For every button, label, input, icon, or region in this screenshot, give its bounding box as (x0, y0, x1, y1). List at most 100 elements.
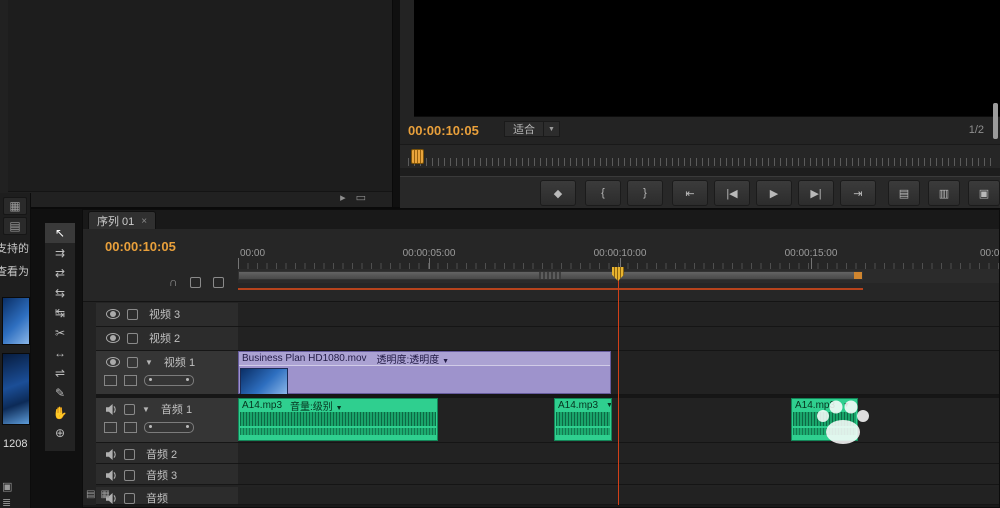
project-item-thumbnail-1[interactable] (2, 297, 30, 345)
rate-stretch-tool[interactable]: ↹ (45, 303, 75, 323)
project-bottom-icon-2[interactable]: ≣ (2, 496, 12, 508)
playback-resolution[interactable]: 1/2 (969, 124, 984, 136)
clip-business-plan-video[interactable]: Business Plan HD1080.mov 透明度:透明度 ▼ (238, 351, 611, 394)
playhead-line[interactable] (618, 269, 619, 505)
add-marker-button[interactable]: ◆ (540, 180, 576, 206)
premiere-app: ▸ ▭ 00:00:10:05 适合 ▼ 1/2 ◆ { } ⇤ |◀ ▶ ▶|… (0, 0, 1000, 508)
track-lock-icon[interactable] (124, 492, 135, 504)
monitor-scrollbar[interactable] (993, 103, 998, 139)
slip-tool[interactable]: ↔ (45, 343, 75, 363)
set-encore-marker-icon[interactable] (189, 276, 201, 288)
toggle-track-output-icon[interactable] (106, 333, 120, 343)
ripple-edit-tool[interactable]: ⇄ (45, 263, 75, 283)
razor-tool[interactable]: ✂ (45, 323, 75, 343)
project-bottom-icon-1[interactable]: ▣ (2, 480, 12, 493)
snap-magnet-icon[interactable]: ∩ (169, 275, 178, 289)
monitor-controls-row: 00:00:10:05 适合 ▼ 1/2 (400, 117, 1000, 144)
track-row-audio-2: 音频 2 (96, 443, 999, 464)
collapse-track-icon[interactable]: ▼ (145, 358, 153, 367)
track-header-audio-4[interactable]: 音频 (96, 487, 238, 505)
track-row-audio-3: 音频 3 (96, 464, 999, 485)
project-view-icon-2[interactable]: ▤ (3, 217, 27, 235)
track-lock-icon[interactable] (124, 403, 135, 415)
mark-out-button[interactable]: } (627, 180, 663, 206)
track-header-audio-3[interactable]: 音频 3 (96, 464, 238, 485)
track-lock-icon[interactable] (124, 448, 135, 460)
lift-button[interactable]: ▤ (888, 180, 920, 206)
go-to-out-button[interactable]: ⇥ (840, 180, 876, 206)
zoom-level-dropdown[interactable]: 适合 ▼ (504, 121, 560, 137)
track-name: 音频 1 (160, 404, 193, 416)
panel-corner-icon-1[interactable]: ▸ (340, 191, 346, 204)
play-button[interactable]: ▶ (756, 180, 792, 206)
project-item-label: 1208 (3, 438, 28, 450)
track-header-video-2[interactable]: 视频 2 (96, 327, 238, 351)
hand-tool[interactable]: ✋ (45, 403, 75, 423)
monitor-timecode[interactable]: 00:00:10:05 (408, 123, 479, 138)
set-marker-icon[interactable] (212, 276, 224, 288)
timeline-bottom-icon-2[interactable]: ▦ (100, 489, 109, 500)
zoom-tool[interactable]: ⊕ (45, 423, 75, 443)
track-name: 视频 1 (163, 357, 196, 369)
chevron-down-icon[interactable]: ▼ (442, 358, 449, 365)
set-display-style-icon[interactable] (104, 375, 117, 386)
slide-tool[interactable]: ⇌ (45, 363, 75, 383)
toggle-track-output-icon[interactable] (106, 357, 120, 367)
work-area-end-handle[interactable] (854, 272, 862, 279)
clip-a14-audio-2[interactable]: A14.mp3 ▼ (554, 398, 612, 441)
track-lock-icon[interactable] (127, 332, 138, 344)
show-keyframes-icon[interactable] (124, 375, 137, 386)
show-keyframes-icon[interactable] (124, 422, 137, 433)
track-lock-icon[interactable] (127, 356, 138, 368)
track-header-video-3[interactable]: 视频 3 (96, 303, 238, 327)
track-header-audio-1[interactable]: ▼ 音频 1 (96, 398, 238, 443)
step-back-button[interactable]: |◀ (714, 180, 750, 206)
monitor-time-ruler[interactable] (400, 144, 1000, 170)
toggle-track-output-icon[interactable] (106, 309, 120, 319)
transport-bar: ◆ { } ⇤ |◀ ▶ ▶| ⇥ ▤ ▥ ▣ (400, 176, 1000, 208)
mark-in-button[interactable]: { (585, 180, 621, 206)
track-row-audio-4: 音频 (96, 487, 999, 505)
timeline-bottom-icon-1[interactable]: ▤ (86, 489, 95, 500)
track-header-video-1[interactable]: ▼ 视频 1 (96, 351, 238, 395)
project-view-icon-1[interactable]: ▦ (3, 197, 27, 215)
track-lock-icon[interactable] (124, 469, 135, 481)
keyframe-navigator[interactable] (144, 422, 194, 433)
selection-tool[interactable]: ↖ (45, 223, 75, 243)
work-area-grip[interactable] (539, 272, 561, 279)
work-area-bar[interactable] (238, 271, 863, 280)
speaker-icon[interactable] (106, 469, 117, 481)
export-frame-button[interactable]: ▣ (968, 180, 1000, 206)
clip-fx-control[interactable]: 透明度:透明度 ▼ (377, 352, 450, 365)
panel-corner-icon-2[interactable]: ▭ (356, 191, 366, 204)
timeline-timecode[interactable]: 00:00:10:05 (105, 239, 176, 254)
track-lock-icon[interactable] (127, 308, 138, 320)
go-to-in-button[interactable]: ⇤ (672, 180, 708, 206)
chevron-down-icon[interactable]: ▼ (336, 405, 343, 412)
speaker-icon[interactable] (106, 448, 117, 460)
audio-waveform (240, 412, 436, 435)
clip-a14-audio-1[interactable]: A14.mp3 音量:级别 ▼ (238, 398, 438, 441)
track-header-audio-2[interactable]: 音频 2 (96, 443, 238, 464)
speaker-icon[interactable] (106, 403, 117, 415)
track-name: 音频 (146, 493, 168, 505)
pen-tool[interactable]: ✎ (45, 383, 75, 403)
project-item-thumbnail-2[interactable] (2, 353, 30, 425)
chevron-down-icon[interactable]: ▼ (544, 121, 560, 137)
watermark-paw (817, 400, 869, 444)
extract-button[interactable]: ▥ (928, 180, 960, 206)
chevron-down-icon[interactable]: ▼ (606, 402, 611, 409)
collapse-track-icon[interactable]: ▼ (142, 405, 150, 414)
step-forward-button[interactable]: ▶| (798, 180, 834, 206)
set-display-style-icon[interactable] (104, 422, 117, 433)
track-select-tool[interactable]: ⇉ (45, 243, 75, 263)
timeline-ruler[interactable]: 00:00 00:00:05:00 00:00:10:00 00:00:15:0… (238, 247, 1000, 269)
monitor-playhead-icon[interactable] (411, 149, 424, 164)
monitor-scroll-lane[interactable] (400, 168, 1000, 176)
keyframe-navigator[interactable] (144, 375, 194, 386)
rolling-edit-tool[interactable]: ⇆ (45, 283, 75, 303)
tab-sequence-01[interactable]: 序列 01 × (88, 211, 157, 230)
close-icon[interactable]: × (141, 216, 147, 227)
clip-fx-control[interactable]: 音量:级别 ▼ (290, 399, 343, 412)
ruler-label: 00:00:2 (980, 248, 1000, 259)
